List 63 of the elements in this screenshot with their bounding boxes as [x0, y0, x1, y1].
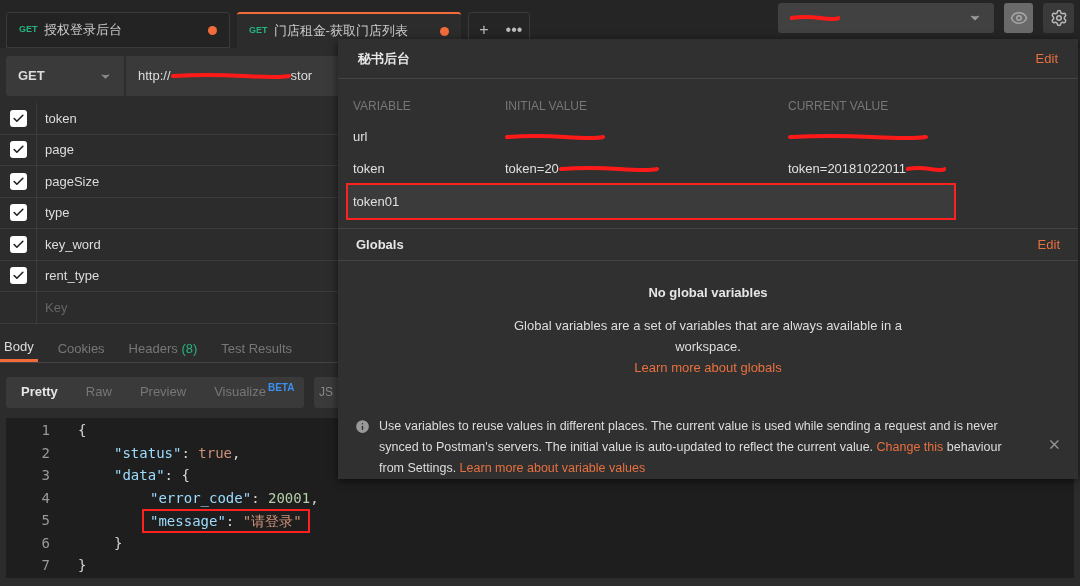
edit-link[interactable]: Edit [1035, 48, 1058, 69]
response-tab[interactable]: Body [0, 335, 38, 362]
method-dropdown[interactable]: GET [6, 56, 124, 96]
settings-button[interactable] [1043, 3, 1074, 33]
checkbox[interactable] [9, 109, 27, 127]
variable-row[interactable]: token token=20 token=20181022011 [338, 153, 1078, 186]
code-line: } [114, 533, 123, 553]
param-key: page [37, 140, 74, 160]
param-key: token [37, 108, 77, 128]
new-tab-button[interactable]: + [469, 13, 499, 47]
url-text: http:// [138, 67, 171, 86]
edit-link[interactable]: Edit [1037, 234, 1060, 255]
column-header: INITIAL VALUE [505, 97, 589, 115]
code-line: "error_code": 20001, [150, 488, 319, 508]
param-key: type [37, 203, 70, 223]
tab-title: 授权登录后台 [43, 21, 123, 40]
change-setting-link[interactable]: Change this [876, 439, 944, 454]
tab-title: 门店租金-获取门店列表 [273, 22, 409, 41]
empty-title: No global variables [648, 284, 768, 303]
code-line: { [78, 421, 87, 441]
column-header: VARIABLE [353, 97, 412, 115]
check-icon [11, 237, 25, 251]
response-tab[interactable]: Headers (8) [124, 335, 202, 362]
url-text: stor [290, 67, 313, 86]
request-tab[interactable]: GET 授权登录后台 [6, 12, 230, 48]
learn-globals-link[interactable]: Learn more about globals [634, 356, 782, 378]
code-line: "data": { [114, 466, 190, 486]
empty-description: Global variables are a set of variables that are always available in a workspace. [512, 316, 903, 356]
param-key: rent_type [37, 266, 100, 286]
method-label: GET [249, 24, 268, 38]
code-line: "status": true, [114, 443, 241, 463]
line-number: 7 [40, 556, 51, 576]
settings-icon [1049, 9, 1068, 27]
checkbox[interactable] [9, 267, 27, 285]
variable-row[interactable]: url [338, 120, 1078, 153]
line-number: 3 [40, 466, 51, 486]
line-number: 4 [40, 488, 51, 508]
info-icon [354, 417, 371, 435]
line-number: 1 [40, 421, 51, 441]
environment-dropdown[interactable] [778, 3, 994, 33]
learn-variables-link[interactable]: Learn more about variable values [459, 460, 646, 475]
more-tabs-button[interactable]: ••• [499, 13, 529, 47]
param-key: pageSize [37, 171, 100, 191]
globals-title: Globals [356, 235, 404, 254]
view-mode-tab[interactable]: Pretty [12, 382, 67, 402]
checkbox[interactable] [9, 235, 27, 253]
line-number: 6 [40, 533, 51, 553]
info-message: Use variables to reuse values in different places. The current value is used while sending a request and is never synced to Postman's servers. The initial value is auto-updated to reflect the current value. Change this behaviour from Settings. Learn more about variable values [379, 417, 1003, 477]
checkbox[interactable] [9, 204, 27, 222]
check-icon [11, 174, 25, 188]
column-header: CURRENT VALUE [788, 97, 889, 115]
key-field[interactable]: Key [37, 297, 237, 317]
check-icon [11, 111, 25, 125]
variable-row[interactable]: token01 [348, 185, 954, 218]
checkbox[interactable] [9, 172, 27, 190]
param-key: key_word [37, 234, 101, 254]
code-line: } [78, 556, 87, 576]
line-number: 5 [40, 511, 51, 531]
method-label: GET [19, 23, 38, 37]
line-number: 2 [40, 443, 51, 463]
eye-icon [1009, 9, 1028, 27]
redaction-mark [790, 15, 840, 21]
checkbox[interactable] [9, 141, 27, 159]
